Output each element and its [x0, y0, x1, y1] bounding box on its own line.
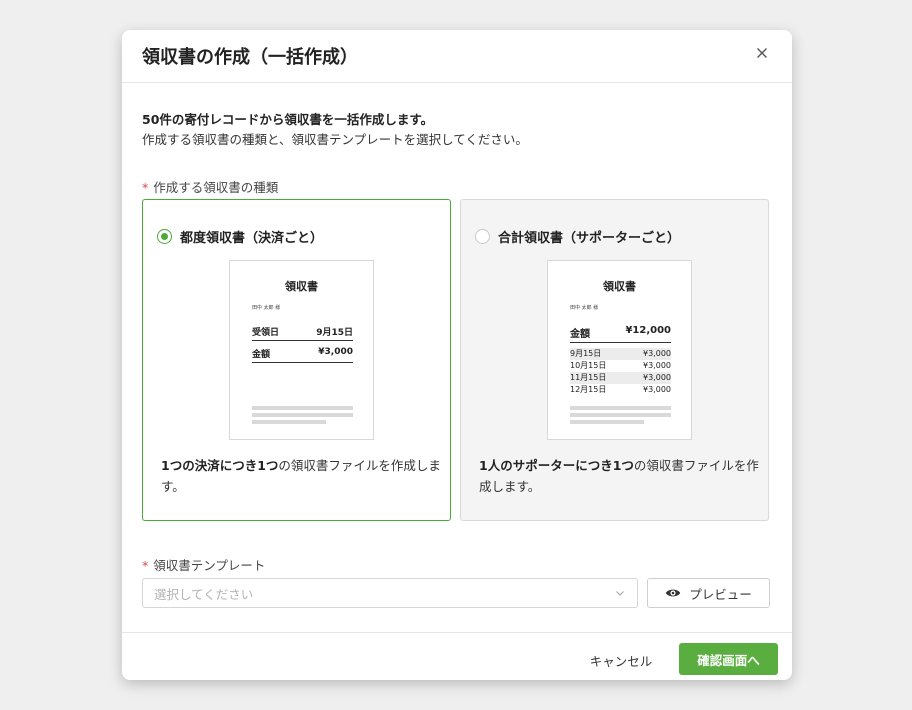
receipt-item-key: 10月15日: [570, 361, 607, 370]
eye-icon: [666, 589, 681, 597]
required-mark: *: [142, 558, 149, 573]
receipt-placeholder-line: [570, 420, 644, 424]
description-line-1: 50件の寄付レコードから領収書を一括作成します。: [142, 112, 434, 127]
receipt-type-label-text: 作成する領収書の種類: [153, 180, 279, 195]
receipt-sample-row: 金額 ¥3,000: [252, 347, 353, 363]
option-description-bold: 1つの決済につき1つ: [161, 458, 279, 473]
option-label-per-supporter: 合計領収書（サポーターごと）: [498, 231, 681, 246]
receipt-sample-per-payment: 領収書 田中 太郎 様 受領日 9月15日 金額 ¥3,000: [229, 260, 374, 440]
dialog-description: 50件の寄付レコードから領収書を一括作成します。 作成する領収書の種類と、領収書…: [142, 110, 528, 150]
preview-button-label: プレビュー: [689, 586, 752, 602]
receipt-total-key: 金額: [570, 329, 590, 340]
receipt-row-key: 金額: [252, 350, 271, 360]
option-label-per-payment: 都度領収書（決済ごと）: [180, 231, 324, 246]
receipt-placeholder-line: [570, 413, 671, 417]
receipt-item-value: ¥3,000: [643, 349, 671, 358]
receipt-item-value: ¥3,000: [643, 373, 671, 382]
template-label-text: 領収書テンプレート: [153, 558, 266, 573]
receipt-sample-per-supporter: 領収書 田中 太郎 様 金額 ¥12,000 9月15日 ¥3,000 10月1…: [547, 260, 692, 440]
receipt-item-key: 12月15日: [570, 385, 607, 394]
option-description-bold: 1人のサポーターにつき1つ: [479, 458, 634, 473]
receipt-sample-item: 11月15日 ¥3,000: [570, 372, 671, 384]
receipt-row-key: 受領日: [252, 328, 280, 338]
option-description-per-supporter: 1人のサポーターにつき1つの領収書ファイルを作成します。: [479, 455, 759, 497]
template-select-placeholder: 選択してください: [154, 586, 254, 602]
receipt-sample-row: 受領日 9月15日: [252, 325, 353, 341]
receipt-sample-item: 9月15日 ¥3,000: [570, 348, 671, 360]
receipt-sample-title: 領収書: [285, 280, 318, 293]
receipt-total-value: ¥12,000: [625, 325, 671, 336]
receipt-item-value: ¥3,000: [643, 385, 671, 394]
description-line-2: 作成する領収書の種類と、領収書テンプレートを選択してください。: [142, 132, 528, 147]
receipt-item-key: 9月15日: [570, 349, 602, 358]
confirm-button[interactable]: 確認画面へ: [679, 643, 778, 675]
cancel-button[interactable]: キャンセル: [580, 645, 662, 675]
receipt-item-value: ¥3,000: [643, 361, 671, 370]
receipt-sample-name: 田中 太郎 様: [570, 305, 599, 311]
radio-row-per-payment[interactable]: 都度領収書（決済ごと）: [157, 227, 323, 246]
radio-per-payment[interactable]: [157, 229, 172, 244]
receipt-sample-title: 領収書: [603, 280, 636, 293]
receipt-sample-total: 金額 ¥12,000: [570, 325, 671, 343]
receipt-placeholder-line: [570, 406, 671, 410]
close-button[interactable]: [752, 43, 772, 63]
receipt-row-value: 9月15日: [316, 328, 353, 338]
receipt-row-value: ¥3,000: [318, 347, 353, 357]
option-card-per-payment[interactable]: 都度領収書（決済ごと） 領収書 田中 太郎 様 受領日 9月15日 金額 ¥3,…: [142, 199, 451, 521]
chevron-down-icon: [616, 591, 624, 596]
dialog-header: 領収書の作成（一括作成）: [122, 30, 792, 83]
receipt-item-key: 11月15日: [570, 373, 607, 382]
receipt-placeholder-line: [252, 406, 353, 410]
close-icon[interactable]: [752, 43, 772, 63]
receipt-placeholder-line: [252, 420, 326, 424]
receipt-sample-item: 12月15日 ¥3,000: [570, 384, 671, 396]
preview-button[interactable]: プレビュー: [647, 578, 770, 608]
dialog-footer: キャンセル 確認画面へ: [122, 632, 792, 680]
receipt-sample-name: 田中 太郎 様: [252, 305, 281, 311]
required-mark: *: [142, 180, 149, 195]
receipt-dialog: 領収書の作成（一括作成） 50件の寄付レコードから領収書を一括作成します。 作成…: [122, 30, 792, 680]
receipt-type-label: * 作成する領収書の種類: [142, 177, 278, 196]
radio-row-per-supporter[interactable]: 合計領収書（サポーターごと）: [475, 227, 680, 246]
option-card-per-supporter[interactable]: 合計領収書（サポーターごと） 領収書 田中 太郎 様 金額 ¥12,000 9月…: [460, 199, 769, 521]
receipt-placeholder-line: [252, 413, 353, 417]
template-select[interactable]: 選択してください: [142, 578, 638, 608]
dialog-title: 領収書の作成（一括作成）: [142, 47, 358, 68]
receipt-sample-item: 10月15日 ¥3,000: [570, 360, 671, 372]
template-label: * 領収書テンプレート: [142, 555, 265, 574]
radio-per-supporter[interactable]: [475, 229, 490, 244]
option-description-per-payment: 1つの決済につき1つの領収書ファイルを作成します。: [161, 455, 441, 497]
